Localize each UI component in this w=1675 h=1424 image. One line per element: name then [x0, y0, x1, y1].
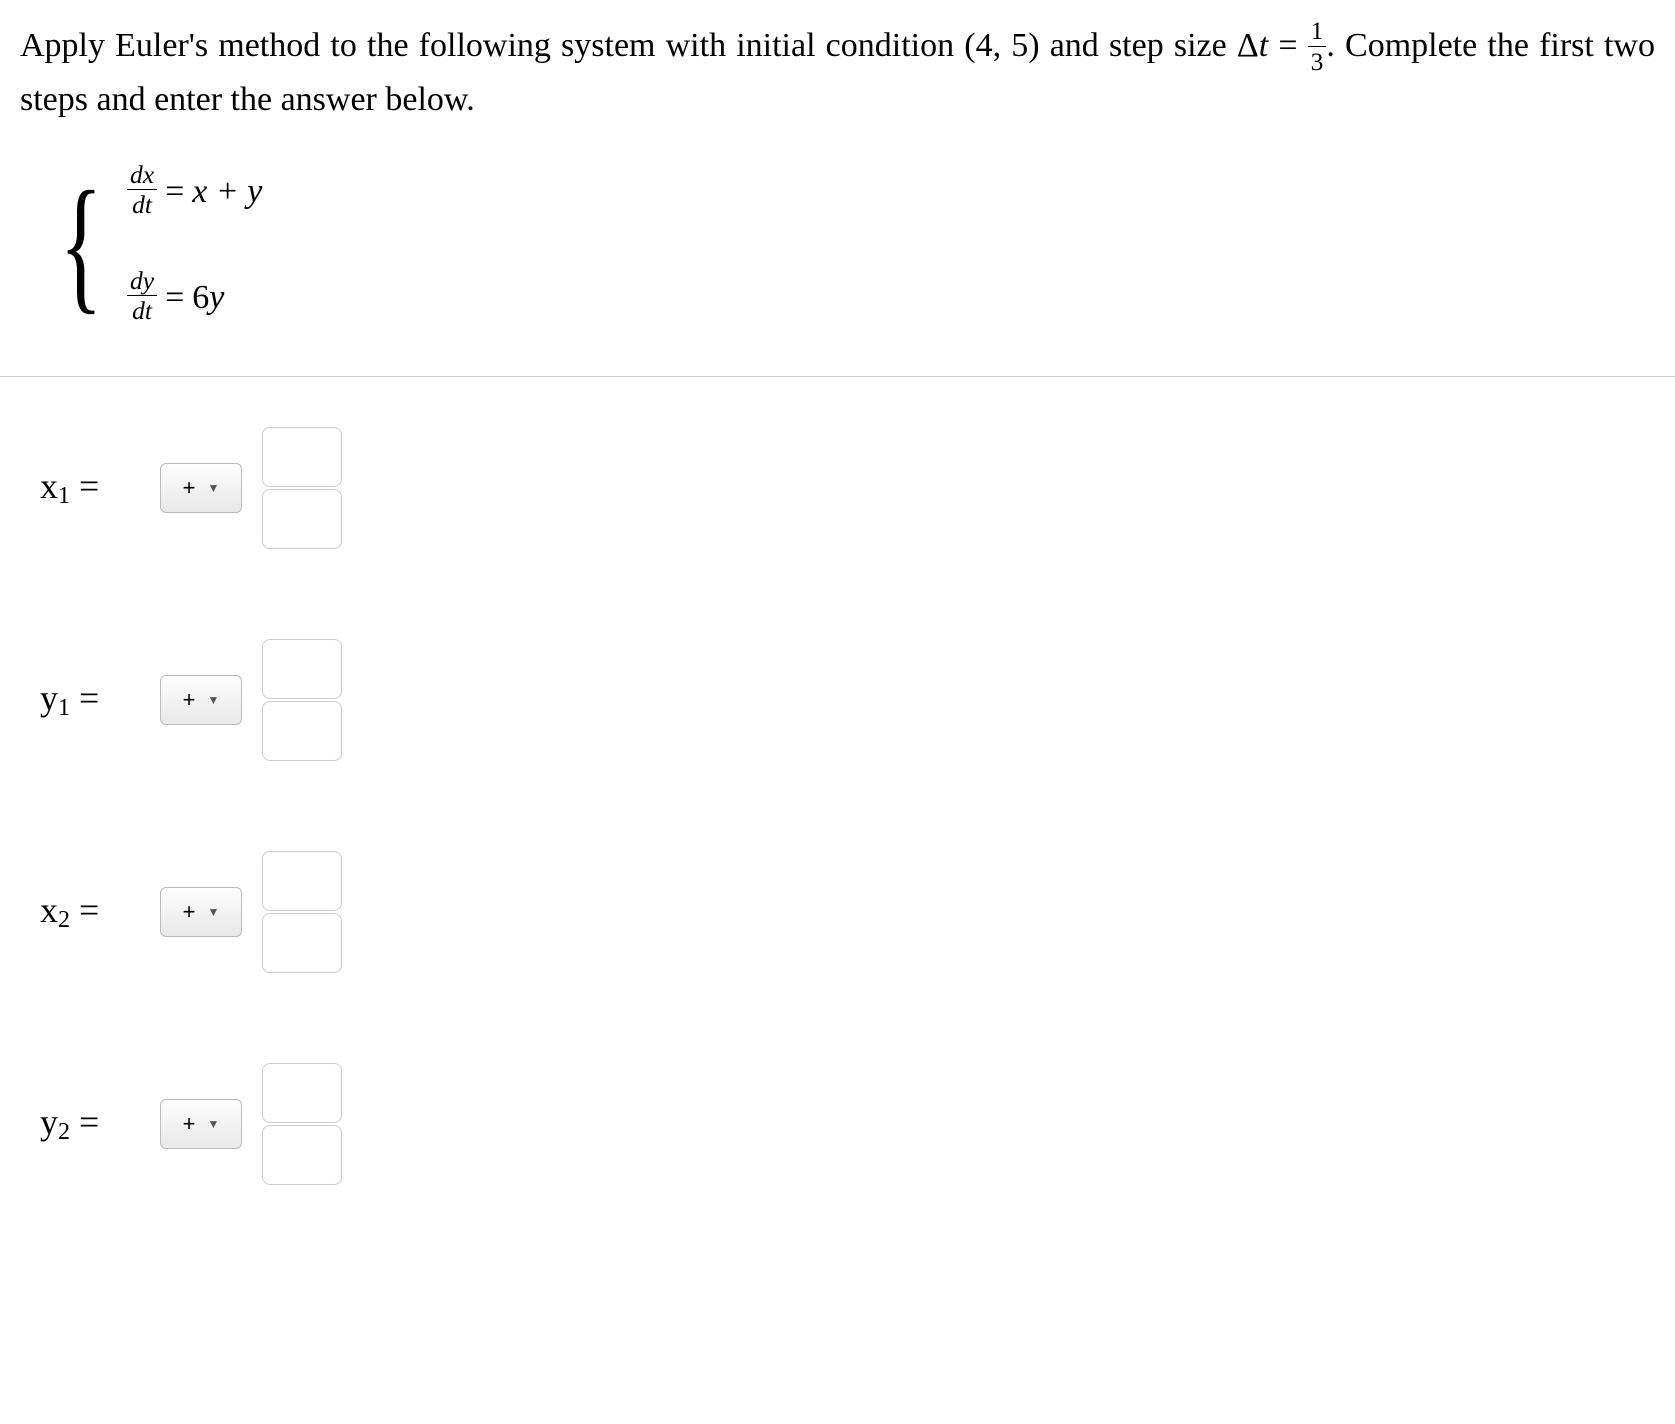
- numerator-input-y2[interactable]: [262, 1063, 342, 1123]
- numerator-input-y1[interactable]: [262, 639, 342, 699]
- denominator-input-x2[interactable]: [262, 913, 342, 973]
- eq-y1: =: [79, 678, 99, 718]
- section-divider: [0, 376, 1675, 377]
- answer-row-y2: y2 = + ▼: [40, 1063, 1655, 1185]
- eq-x2: =: [79, 890, 99, 930]
- eq2-rhs: 6y: [192, 279, 224, 317]
- answer-row-y1: y1 = + ▼: [40, 639, 1655, 761]
- chevron-down-icon: ▼: [207, 1117, 219, 1131]
- chevron-down-icon: ▼: [207, 693, 219, 707]
- eq1-equals: =: [165, 173, 184, 211]
- eq2-lhs-den: dt: [127, 296, 157, 324]
- sign-select-y2[interactable]: + ▼: [160, 1099, 242, 1149]
- eq2-lhs: dy dt: [127, 268, 157, 324]
- step-numerator: 1: [1308, 18, 1327, 47]
- equation-system: { dx dt = x + y dy dt = 6y: [45, 164, 1655, 326]
- sub-y1: 1: [58, 695, 70, 721]
- equals-text: =: [1268, 27, 1307, 64]
- fraction-inputs-x1: [262, 427, 342, 549]
- problem-text-2: and step size Δ: [1040, 27, 1259, 64]
- chevron-down-icon: ▼: [207, 481, 219, 495]
- eq1-lhs: dx dt: [127, 162, 157, 218]
- step-var: t: [1259, 27, 1268, 64]
- sign-select-x1[interactable]: + ▼: [160, 463, 242, 513]
- equations-container: dx dt = x + y dy dt = 6y: [127, 164, 262, 326]
- eq2-equals: =: [165, 279, 184, 317]
- sub-x2: 2: [58, 907, 70, 933]
- equation-1: dx dt = x + y: [127, 164, 262, 220]
- denominator-input-y1[interactable]: [262, 701, 342, 761]
- label-y1: y1 =: [40, 677, 140, 722]
- fraction-inputs-y2: [262, 1063, 342, 1185]
- var-y2: y: [40, 1102, 58, 1142]
- eq1-lhs-den: dt: [127, 190, 157, 218]
- initial-condition: (4, 5): [964, 27, 1039, 64]
- sign-select-y1[interactable]: + ▼: [160, 675, 242, 725]
- answers-section: x1 = + ▼ y1 = + ▼ x2 = +: [40, 427, 1655, 1185]
- eq2-lhs-num: dy: [127, 268, 157, 297]
- chevron-down-icon: ▼: [207, 905, 219, 919]
- system-brace: {: [59, 177, 102, 312]
- denominator-input-y2[interactable]: [262, 1125, 342, 1185]
- label-y2: y2 =: [40, 1101, 140, 1146]
- denominator-input-x1[interactable]: [262, 489, 342, 549]
- var-x1: x: [40, 466, 58, 506]
- numerator-input-x2[interactable]: [262, 851, 342, 911]
- step-size-fraction: 13: [1308, 18, 1327, 74]
- sign-value-y1: +: [183, 687, 196, 713]
- var-y1: y: [40, 678, 58, 718]
- fraction-inputs-x2: [262, 851, 342, 973]
- numerator-input-x1[interactable]: [262, 427, 342, 487]
- eq1-lhs-num: dx: [127, 162, 157, 191]
- eq1-rhs: x + y: [192, 173, 262, 211]
- problem-statement: Apply Euler's method to the following sy…: [20, 20, 1655, 124]
- var-x2: x: [40, 890, 58, 930]
- sub-x1: 1: [58, 483, 70, 509]
- answer-row-x2: x2 = + ▼: [40, 851, 1655, 973]
- sign-select-x2[interactable]: + ▼: [160, 887, 242, 937]
- label-x1: x1 =: [40, 465, 140, 510]
- sign-value-x1: +: [183, 475, 196, 501]
- label-x2: x2 =: [40, 889, 140, 934]
- fraction-inputs-y1: [262, 639, 342, 761]
- answer-row-x1: x1 = + ▼: [40, 427, 1655, 549]
- sub-y2: 2: [58, 1119, 70, 1145]
- problem-text-1: Apply Euler's method to the following sy…: [20, 27, 964, 64]
- step-denominator: 3: [1308, 47, 1327, 75]
- sign-value-x2: +: [183, 899, 196, 925]
- equation-2: dy dt = 6y: [127, 270, 262, 326]
- eq-y2: =: [79, 1102, 99, 1142]
- sign-value-y2: +: [183, 1111, 196, 1137]
- eq-x1: =: [79, 466, 99, 506]
